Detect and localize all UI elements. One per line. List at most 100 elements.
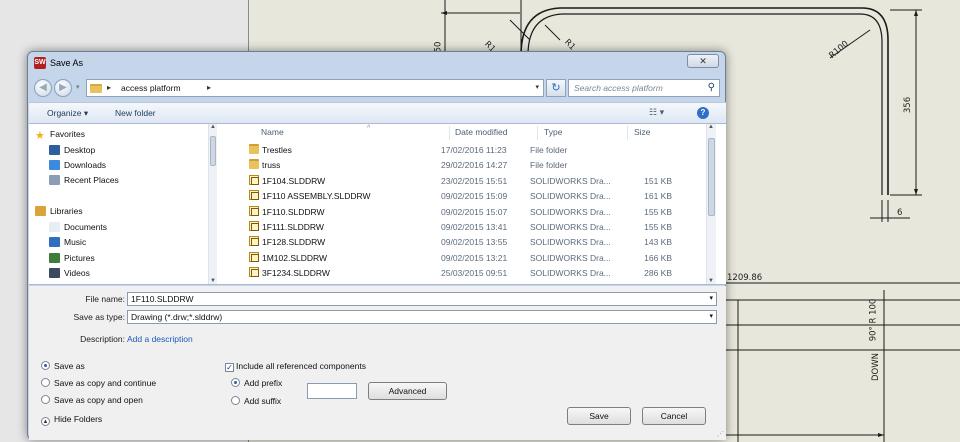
file-date: 29/02/2016 14:27 <box>441 160 508 171</box>
column-header-date[interactable]: Date modified <box>455 127 507 141</box>
save-as-copy-continue-option[interactable]: Save as copy and continue <box>41 378 156 390</box>
file-row[interactable]: Trestles 17/02/2016 11:23 File folder <box>235 142 725 157</box>
file-name: 1F110 ASSEMBLY.SLDDRW <box>262 191 371 202</box>
file-row[interactable]: 1M102.SLDDRW 09/02/2015 13:21 SOLIDWORKS D… <box>235 250 725 265</box>
checkmark-icon[interactable]: ✓ <box>225 363 234 372</box>
back-button[interactable]: ◀ <box>34 79 52 97</box>
column-divider[interactable] <box>537 126 538 140</box>
affix-input[interactable] <box>307 383 357 399</box>
chevron-down-icon[interactable]: ▾ <box>709 294 713 302</box>
sidebar-item-recent-places[interactable]: Recent Places <box>49 175 119 189</box>
save-as-copy-open-option[interactable]: Save as copy and open <box>41 395 143 407</box>
sidebar-item-videos[interactable]: Videos <box>49 268 90 282</box>
file-row[interactable]: 1F111.SLDDRW 09/02/2015 13:41 SOLIDWORKS D… <box>235 219 725 234</box>
breadcrumb-separator-icon[interactable]: ▸ <box>207 83 211 92</box>
sidebar-item-label: Favorites <box>50 129 85 139</box>
nav-scrollbar[interactable]: ▲ ▼ <box>208 124 217 284</box>
description-label: Description: <box>80 334 125 344</box>
close-button[interactable]: ✕ <box>687 54 719 68</box>
column-header-size[interactable]: Size <box>634 127 651 141</box>
solidworks-drawing-icon <box>249 251 259 262</box>
file-date: 09/02/2015 15:09 <box>441 191 508 202</box>
sidebar-item-desktop[interactable]: Desktop <box>49 145 95 159</box>
refresh-button[interactable]: ↻ <box>546 79 566 97</box>
help-icon[interactable]: ? <box>697 107 709 119</box>
scroll-up-icon[interactable]: ▲ <box>210 124 216 130</box>
search-placeholder: Search access platform <box>574 83 663 93</box>
view-options-icon[interactable]: ☷ ▾ <box>649 107 664 118</box>
sidebar-item-label: Downloads <box>64 160 107 170</box>
file-date: 17/02/2016 11:23 <box>441 145 507 155</box>
add-description-link[interactable]: Add a description <box>127 334 193 344</box>
files-scrollbar[interactable]: ▲ ▼ <box>706 124 716 284</box>
command-toolbar: Organize ▾ New folder ☷ ▾ ? <box>29 102 726 124</box>
sidebar-item-documents[interactable]: Documents <box>49 222 107 236</box>
sidebar-item-libraries[interactable]: Libraries <box>35 206 83 220</box>
file-row[interactable]: truss 29/02/2016 14:27 File folder <box>235 157 725 172</box>
file-row[interactable]: 1F128.SLDDRW 09/02/2015 13:55 SOLIDWORKS D… <box>235 234 725 249</box>
organize-menu[interactable]: Organize ▾ <box>47 108 88 119</box>
chevron-up-icon[interactable]: ▲ <box>41 417 50 426</box>
hide-folders-button[interactable]: ▲ Hide Folders <box>41 414 102 426</box>
save-type-label: Save as type: <box>73 312 125 322</box>
file-date: 09/02/2015 13:41 <box>441 222 508 232</box>
file-type: SOLIDWORKS Dra... <box>530 191 611 202</box>
history-dropdown-icon[interactable]: ▾ <box>76 83 80 91</box>
resize-grip-icon[interactable]: ⋰ <box>717 430 724 438</box>
column-divider[interactable] <box>627 126 628 140</box>
file-row[interactable]: 1F110.SLDDRW 09/02/2015 15:07 SOLIDWORKS D… <box>235 204 725 219</box>
file-row[interactable]: 1F104.SLDDRW 23/02/2015 15:51 SOLIDWORKS D… <box>235 173 725 188</box>
sidebar-item-pictures[interactable]: Pictures <box>49 253 95 267</box>
add-prefix-option[interactable]: Add prefix <box>231 378 282 390</box>
solidworks-app-icon: SW <box>34 57 46 69</box>
cancel-button[interactable]: Cancel <box>642 407 706 425</box>
save-button[interactable]: Save <box>567 407 631 425</box>
music-icon <box>49 237 60 247</box>
sidebar-item-downloads[interactable]: Downloads <box>49 160 106 174</box>
title-bar[interactable]: SW Save As ✕ <box>28 52 725 74</box>
dim-1209-label: 1209.86 <box>727 273 763 283</box>
file-name: 1F104.SLDDRW <box>262 175 326 186</box>
chevron-down-icon[interactable]: ▾ <box>709 312 713 320</box>
advanced-button[interactable]: Advanced <box>368 382 447 400</box>
file-name-field[interactable]: 1F110.SLDDRW ▾ <box>127 292 717 306</box>
file-name: 1F111.SLDDRW <box>262 222 324 232</box>
breadcrumb-access-platform[interactable]: access platform <box>121 83 181 93</box>
dialog-title: Save As <box>50 58 84 68</box>
column-header-type[interactable]: Type <box>544 127 562 141</box>
pictures-icon <box>49 253 60 263</box>
navigation-pane: ★ Favorites Desktop Downloads Recent Places L… <box>29 124 216 284</box>
new-folder-button[interactable]: New folder <box>115 108 156 118</box>
column-header-name[interactable]: Name ^ <box>261 125 370 141</box>
breadcrumb-separator-icon[interactable]: ▸ <box>107 83 111 92</box>
save-type-select[interactable]: Drawing (*.drw;*.slddrw) ▾ <box>127 310 717 324</box>
radio-icon[interactable] <box>231 396 240 405</box>
address-dropdown-icon[interactable]: ▾ <box>535 83 539 91</box>
scroll-down-icon[interactable]: ▼ <box>210 278 216 284</box>
file-size: 286 KB <box>644 268 672 279</box>
search-input[interactable]: Search access platform ⚲ <box>568 79 720 97</box>
forward-button[interactable]: ▶ <box>54 79 72 97</box>
sidebar-item-favorites[interactable]: ★ Favorites <box>35 129 85 143</box>
sidebar-item-music[interactable]: Music <box>49 237 86 251</box>
column-divider[interactable] <box>449 126 450 140</box>
file-row[interactable]: 3F1234.SLDDRW 25/03/2015 09:51 SOLIDWORKS … <box>235 265 725 280</box>
radio-icon[interactable] <box>41 395 50 404</box>
browser-pane: ★ Favorites Desktop Downloads Recent Places L… <box>29 124 726 285</box>
scroll-up-icon[interactable]: ▲ <box>708 124 714 130</box>
files-scroll-thumb[interactable] <box>708 138 715 216</box>
nav-scroll-thumb[interactable] <box>210 136 216 166</box>
radio-selected-icon[interactable] <box>231 378 240 387</box>
file-name: 3F1234.SLDDRW <box>262 268 330 279</box>
file-name: Trestles <box>262 145 292 155</box>
radio-selected-icon[interactable] <box>41 361 50 370</box>
save-as-option[interactable]: Save as <box>41 361 85 373</box>
file-type: SOLIDWORKS Dra... <box>530 252 611 263</box>
include-referenced-checkbox[interactable]: ✓ Include all referenced components <box>225 361 366 372</box>
add-suffix-option[interactable]: Add suffix <box>231 396 281 408</box>
address-bar[interactable]: ▸ access platform ▸ ▾ <box>86 79 544 97</box>
search-icon[interactable]: ⚲ <box>708 82 715 93</box>
scroll-down-icon[interactable]: ▼ <box>708 278 714 284</box>
radio-icon[interactable] <box>41 378 50 387</box>
file-row[interactable]: 1F110 ASSEMBLY.SLDDRW 09/02/2015 15:09 SOL… <box>235 188 725 203</box>
